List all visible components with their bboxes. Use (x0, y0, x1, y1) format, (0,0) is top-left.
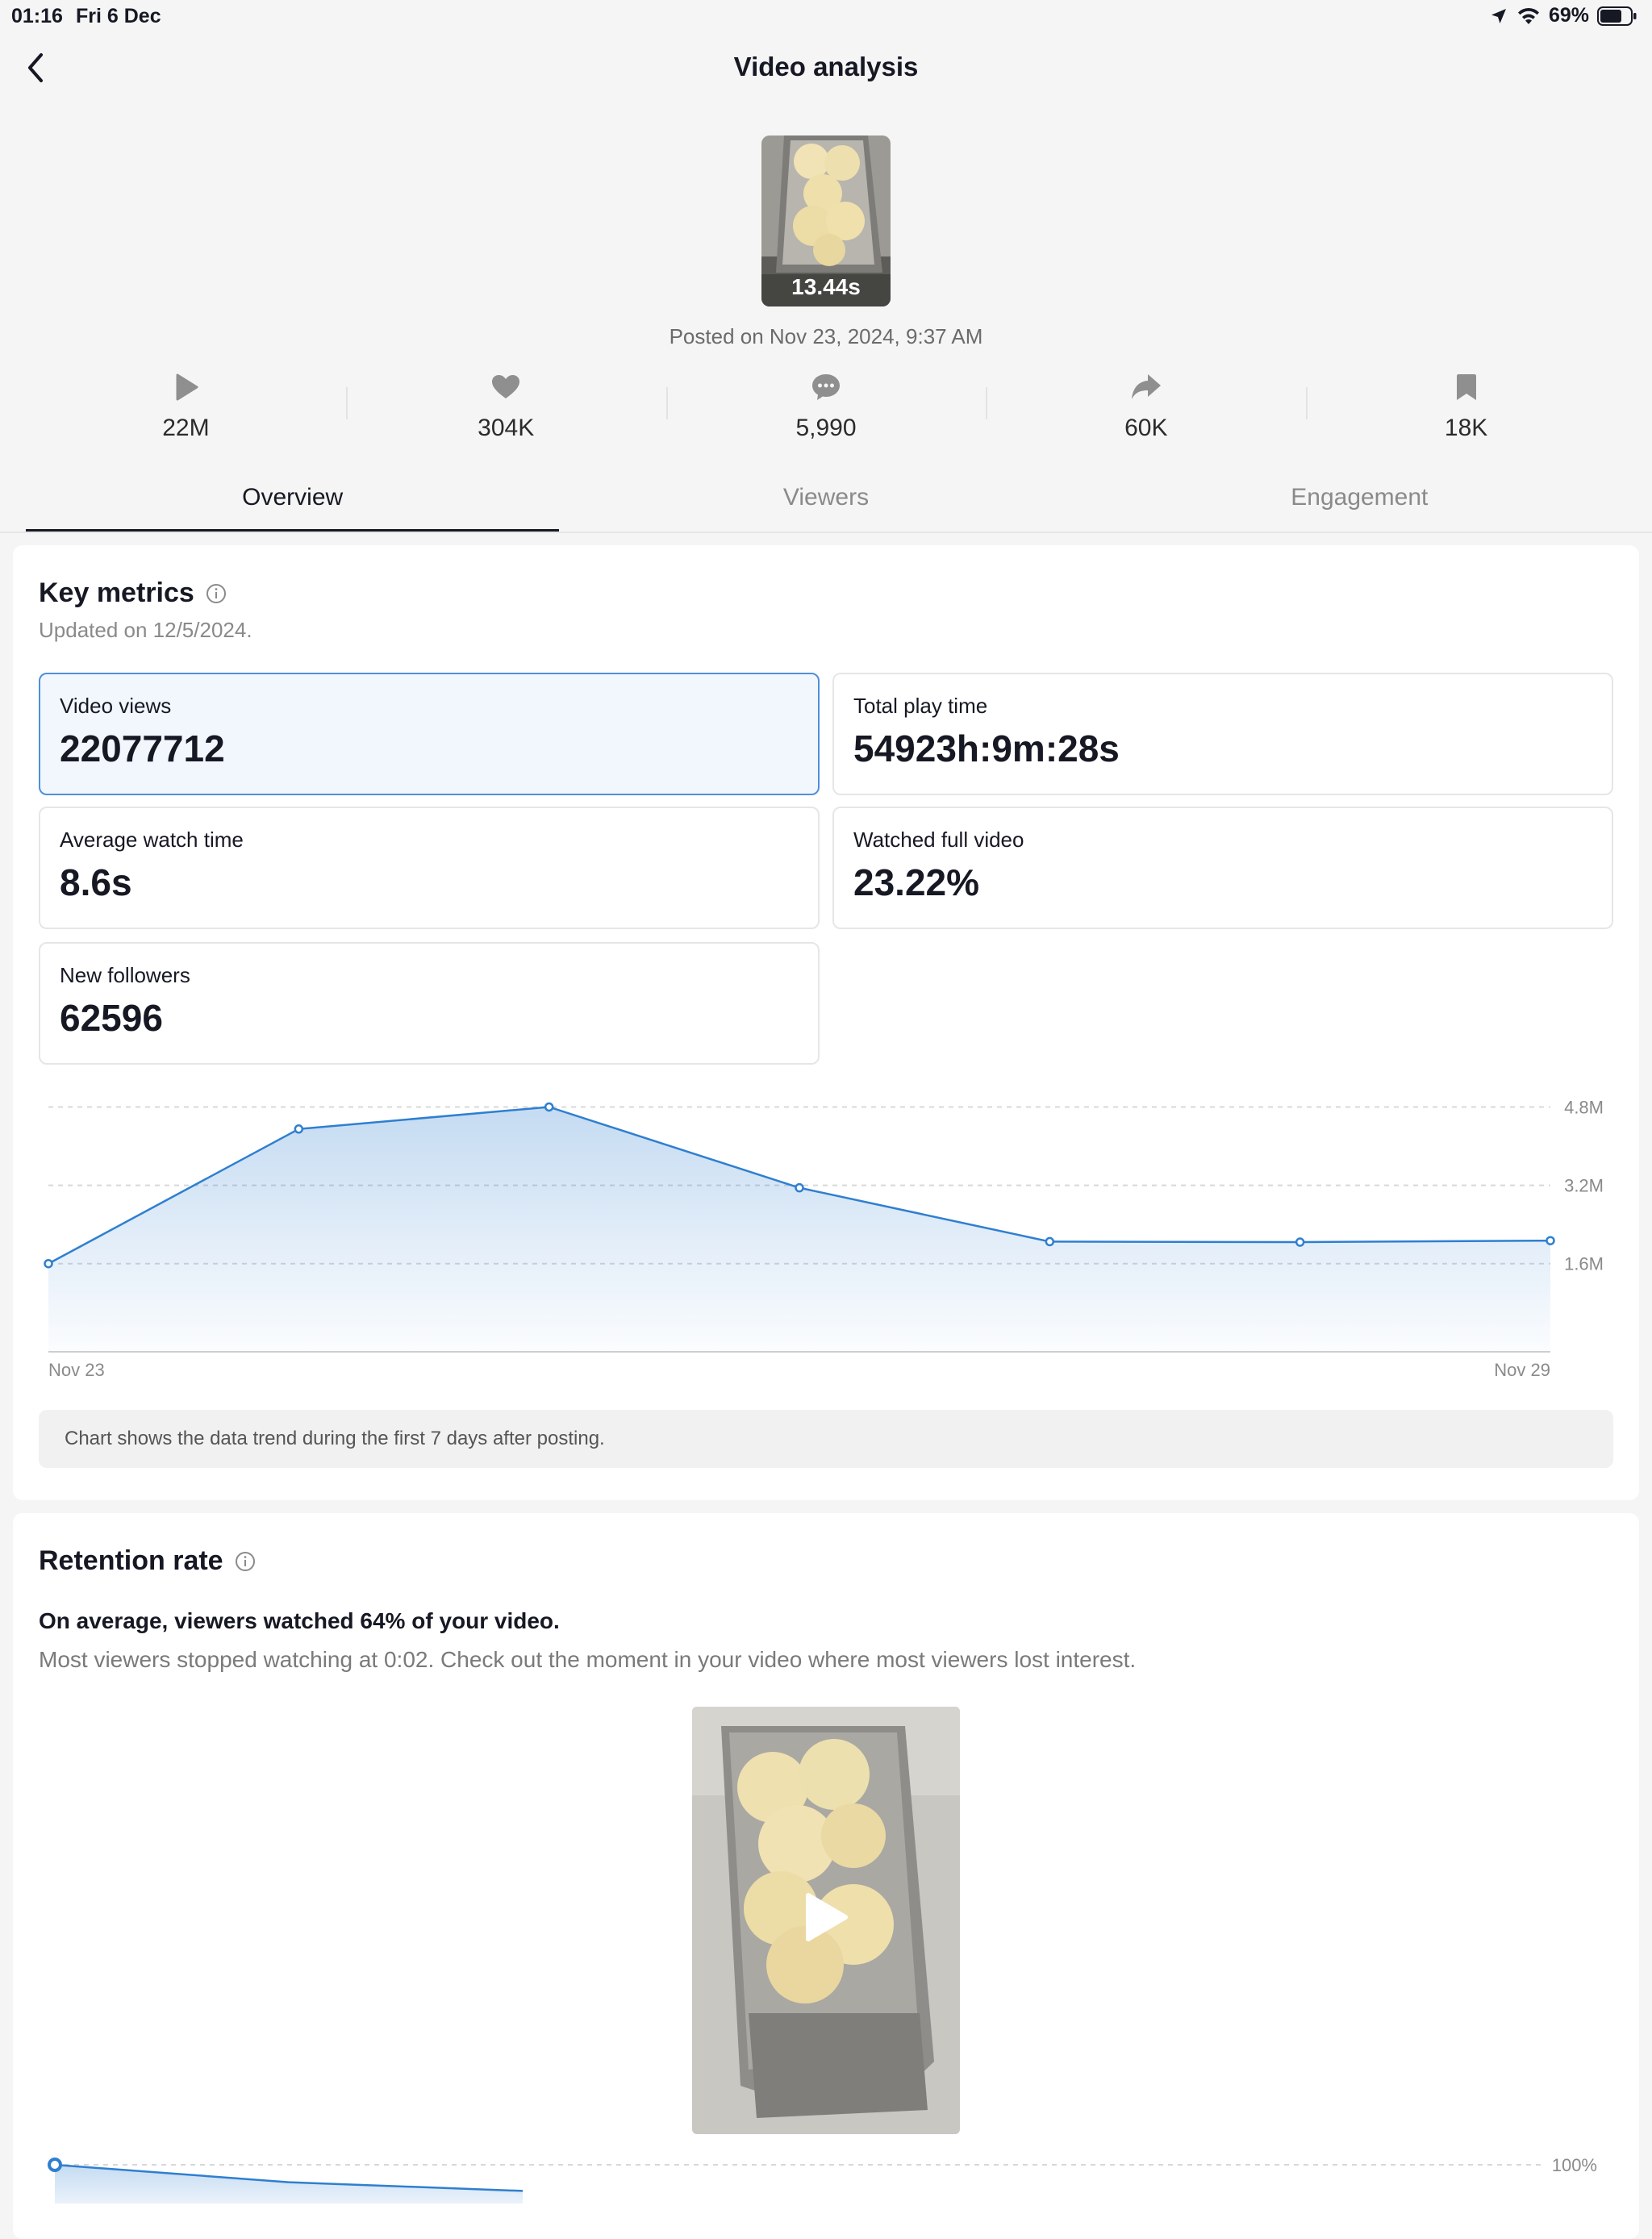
comment-icon (811, 374, 840, 400)
location-icon (1491, 8, 1506, 23)
heart-icon (492, 375, 520, 398)
retention-detail: Most viewers stopped watching at 0:02. C… (39, 1647, 1137, 1672)
updated-date: Updated on 12/5/2024. (39, 618, 252, 642)
retention-header: Retention rate (39, 1545, 256, 1577)
retention-chart: 100% (48, 2155, 1597, 2204)
data-point (48, 2158, 62, 2172)
status-indicators: 69% (1489, 4, 1637, 27)
data-point (1295, 1237, 1305, 1247)
metric-value: 54923h:9m:28s (853, 728, 1120, 769)
info-icon[interactable] (235, 1551, 256, 1572)
tabs-divider (0, 532, 1652, 533)
metric-label: New followers (60, 963, 190, 987)
status-time: 01:16 (11, 5, 63, 27)
page-title: Video analysis (733, 52, 919, 81)
x-tick-label: Nov 23 (48, 1360, 105, 1380)
metric-label: Total play time (853, 694, 988, 718)
metric-average-watch-time[interactable]: Average watch time 8.6s (39, 807, 820, 929)
data-point (795, 1182, 804, 1193)
y-tick-label: 3.2M (1564, 1176, 1604, 1196)
tab-bar: Overview Viewers Engagement (26, 484, 1626, 532)
engagement-stats: 22M 304K 5,990 60K 18K (26, 371, 1626, 452)
stat-value: 60K (1124, 415, 1168, 441)
status-date: Fri 6 Dec (76, 5, 161, 27)
play-overlay-icon[interactable] (802, 1891, 850, 1944)
posted-date: Posted on Nov 23, 2024, 9:37 AM (669, 324, 983, 348)
metric-watched-full-video[interactable]: Watched full video 23.22% (832, 807, 1613, 929)
views-trend-chart: 4.8M 3.2M 1.6M Nov 23 Nov 29 (44, 1097, 1604, 1380)
tab-engagement[interactable]: Engagement (1093, 484, 1626, 532)
metric-value: 8.6s (60, 861, 132, 903)
retention-video-preview[interactable] (692, 1707, 960, 2134)
stat-shares: 60K (986, 371, 1306, 452)
video-duration: 13.44s (791, 274, 861, 299)
stat-value: 5,990 (795, 415, 857, 441)
info-icon[interactable] (206, 583, 227, 604)
data-point (544, 1102, 554, 1112)
y-tick-label: 4.8M (1564, 1097, 1604, 1117)
y-tick-label: 1.6M (1564, 1254, 1604, 1274)
stat-value: 304K (478, 415, 535, 441)
key-metrics-title: Key metrics (39, 577, 194, 608)
data-point (44, 1258, 53, 1269)
wifi-icon (1517, 7, 1539, 24)
tab-overview[interactable]: Overview (26, 484, 560, 532)
key-metrics-header: Key metrics (39, 577, 227, 609)
stat-value: 22M (162, 415, 210, 441)
retention-summary: On average, viewers watched 64% of your … (39, 1608, 560, 1633)
bookmark-icon (1456, 374, 1476, 400)
chart-note: Chart shows the data trend during the fi… (39, 1410, 1613, 1468)
y-tick-label: 100% (1552, 2155, 1597, 2175)
battery-icon (1597, 6, 1637, 26)
metric-total-play-time[interactable]: Total play time 54923h:9m:28s (832, 673, 1613, 795)
metric-value: 23.22% (853, 861, 980, 903)
metric-video-views[interactable]: Video views 22077712 (39, 673, 820, 795)
stat-saves: 18K (1306, 371, 1626, 452)
share-icon (1131, 374, 1161, 399)
play-icon (176, 373, 198, 401)
stat-likes: 304K (345, 371, 666, 452)
metric-value: 22077712 (60, 728, 225, 769)
retention-title: Retention rate (39, 1545, 223, 1576)
stat-comments: 5,990 (665, 371, 987, 452)
metric-label: Average watch time (60, 828, 244, 852)
metric-new-followers[interactable]: New followers 62596 (39, 942, 820, 1065)
metric-label: Watched full video (853, 828, 1024, 852)
tab-viewers[interactable]: Viewers (559, 484, 1092, 532)
data-point (1045, 1236, 1055, 1247)
data-point (294, 1124, 304, 1134)
data-point (1546, 1236, 1555, 1245)
views-area (48, 1107, 1550, 1352)
stat-value: 18K (1444, 415, 1488, 441)
battery-percent: 69% (1548, 4, 1589, 27)
x-tick-label: Nov 29 (1494, 1360, 1550, 1380)
metric-value: 62596 (60, 997, 163, 1039)
metric-label: Video views (60, 694, 172, 718)
stat-views: 22M (26, 371, 346, 452)
